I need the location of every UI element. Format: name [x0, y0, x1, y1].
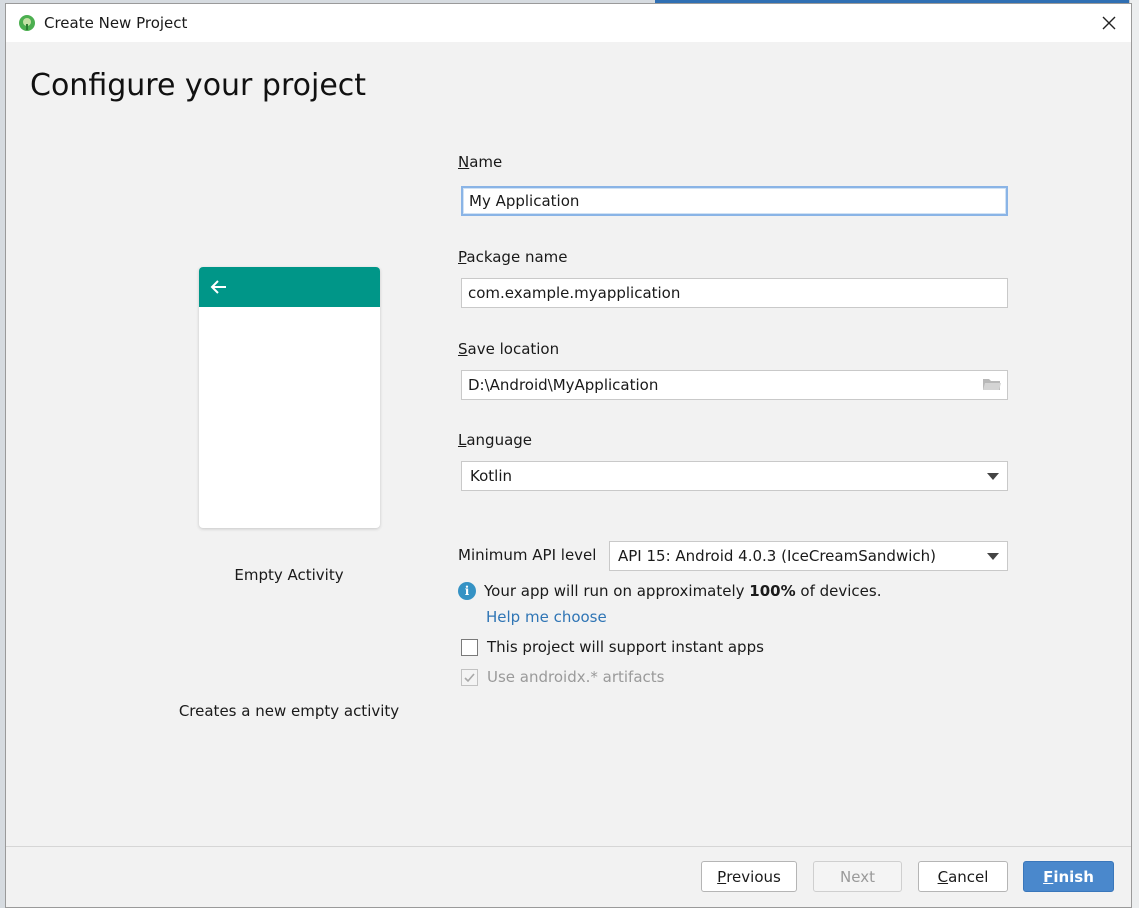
- previous-button[interactable]: Previous: [701, 861, 797, 892]
- save-location-input[interactable]: [461, 370, 1008, 400]
- androidx-checkbox: [461, 668, 478, 686]
- language-value: Kotlin: [470, 467, 512, 485]
- name-input[interactable]: [461, 186, 1008, 216]
- next-button[interactable]: Next: [813, 861, 902, 892]
- coverage-prefix: Your app will run on approximately: [484, 582, 750, 600]
- folder-icon[interactable]: [982, 376, 1002, 392]
- chevron-down-icon: [987, 553, 999, 560]
- preview-app-bar: [199, 267, 380, 307]
- info-icon: i: [458, 582, 476, 600]
- back-arrow-icon: [210, 280, 226, 294]
- min-api-select[interactable]: API 15: Android 4.0.3 (IceCreamSandwich): [609, 541, 1008, 571]
- min-api-value: API 15: Android 4.0.3 (IceCreamSandwich): [618, 547, 936, 565]
- close-button[interactable]: [1093, 8, 1125, 38]
- package-name-input[interactable]: [461, 278, 1008, 308]
- coverage-percent: 100%: [749, 582, 796, 600]
- min-api-label: Minimum API level: [458, 546, 597, 564]
- checkmark-icon: [464, 672, 475, 682]
- language-select[interactable]: Kotlin: [461, 461, 1008, 491]
- activity-preview: [199, 267, 380, 528]
- window-title: Create New Project: [44, 14, 188, 32]
- save-location-label: Save location: [458, 340, 560, 358]
- page-heading: Configure your project: [30, 68, 367, 103]
- instant-apps-option[interactable]: This project will support instant apps: [461, 638, 764, 656]
- close-icon: [1102, 16, 1116, 30]
- title-bar: Create New Project: [6, 4, 1131, 42]
- finish-button[interactable]: Finish: [1023, 861, 1114, 892]
- activity-name: Empty Activity: [234, 566, 344, 584]
- create-project-dialog: Create New Project Configure your projec…: [5, 3, 1132, 908]
- package-name-label: Package name: [458, 248, 568, 266]
- instant-apps-label: This project will support instant apps: [487, 638, 764, 656]
- androidx-label: Use androidx.* artifacts: [487, 668, 665, 686]
- coverage-suffix: of devices.: [795, 582, 882, 600]
- activity-description: Creates a new empty activity: [178, 702, 400, 720]
- android-studio-icon: [18, 14, 36, 32]
- device-coverage-info: i Your app will run on approximately 100…: [458, 582, 882, 600]
- chevron-down-icon: [987, 473, 999, 480]
- cancel-button[interactable]: Cancel: [918, 861, 1008, 892]
- language-label: Language: [458, 431, 533, 449]
- save-location-field: [461, 370, 1008, 400]
- androidx-option: Use androidx.* artifacts: [461, 668, 664, 686]
- name-label: Name: [458, 153, 503, 171]
- instant-apps-checkbox[interactable]: [461, 638, 478, 656]
- footer-divider: [6, 846, 1131, 847]
- help-me-choose-link[interactable]: Help me choose: [486, 608, 607, 626]
